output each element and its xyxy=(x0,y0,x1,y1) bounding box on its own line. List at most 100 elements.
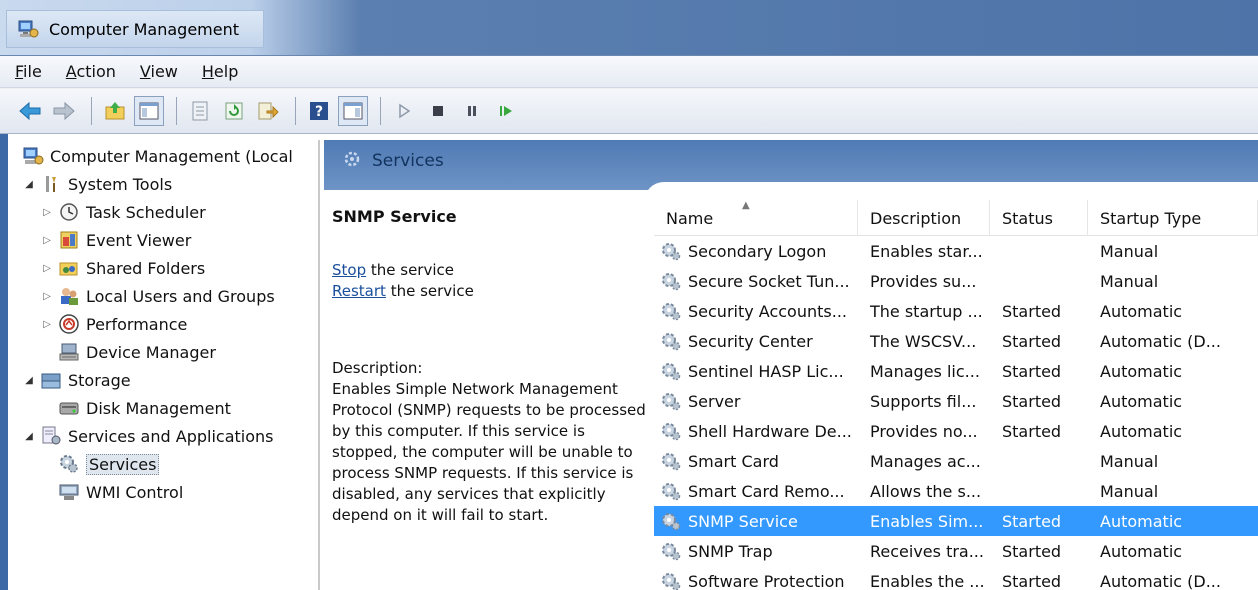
service-gear-icon xyxy=(660,570,682,590)
table-row[interactable]: Smart Card Remo... Allows the s... Manual xyxy=(654,476,1258,506)
tree-item-label: Services and Applications xyxy=(68,426,274,446)
cell-startup: Manual xyxy=(1088,272,1258,291)
resume-icon[interactable] xyxy=(491,96,521,126)
users-icon xyxy=(58,285,80,307)
cell-status: Started xyxy=(990,302,1088,321)
collapsed-arrow-icon[interactable]: ▷ xyxy=(40,319,54,330)
menu-label-rest: ction xyxy=(76,62,116,81)
help-icon[interactable]: ? xyxy=(304,96,334,126)
tree-item-services-applications[interactable]: ◢ Services and Applications xyxy=(22,422,273,450)
expanded-arrow-icon[interactable]: ◢ xyxy=(22,375,36,386)
service-gear-icon xyxy=(660,510,682,532)
table-row[interactable]: Sentinel HASP Lic... Manages lic... Starte… xyxy=(654,356,1258,386)
column-header-startup-type[interactable]: Startup Type xyxy=(1088,200,1258,236)
table-row[interactable]: Shell Hardware De... Provides no... Starte… xyxy=(654,416,1258,446)
tree-item-storage[interactable]: ◢ Storage xyxy=(22,366,130,394)
tree-item-system-tools[interactable]: ◢ System Tools xyxy=(22,170,172,198)
tree-item-event-viewer[interactable]: ▷ Event Viewer xyxy=(40,226,191,254)
table-row[interactable]: Software Protection Enables the ... Starte… xyxy=(654,566,1258,590)
table-row[interactable]: Security Accounts... The startup ... Start… xyxy=(654,296,1258,326)
play-icon[interactable] xyxy=(389,96,419,126)
table-row[interactable]: SNMP Trap Receives tra... Started Automatic xyxy=(654,536,1258,566)
cell-text: Smart Card Remo... xyxy=(688,481,845,501)
cell-text: Enables star... xyxy=(870,241,983,261)
table-row[interactable]: SNMP Service Enables Sim... Started Automat… xyxy=(654,506,1258,536)
cell-text: SNMP Trap xyxy=(688,541,773,561)
column-header-label: Status xyxy=(1002,208,1053,228)
column-header-label: Startup Type xyxy=(1100,208,1202,228)
stop-icon[interactable] xyxy=(423,96,453,126)
tree-item-services[interactable]: Services xyxy=(58,450,160,478)
tree-item-label: Event Viewer xyxy=(86,230,192,250)
stop-service-link[interactable]: Stop xyxy=(332,261,366,279)
service-gear-icon xyxy=(660,240,682,262)
tree-item-task-scheduler[interactable]: ▷ Task Scheduler xyxy=(40,198,206,226)
tree-item-performance[interactable]: ▷ Performance xyxy=(40,310,187,338)
tree-item-shared-folders[interactable]: ▷ Shared Folders xyxy=(40,254,205,282)
show-hide-action-pane-icon[interactable] xyxy=(338,96,368,126)
tree-item-device-manager[interactable]: Device Manager xyxy=(58,338,216,366)
event-viewer-icon xyxy=(58,229,80,251)
cell-desc: Manages ac... xyxy=(858,452,990,471)
restart-service-link[interactable]: Restart xyxy=(332,282,386,300)
service-gear-icon xyxy=(660,270,682,292)
properties-icon[interactable] xyxy=(185,96,215,126)
services-gear-icon xyxy=(342,149,362,173)
show-hide-console-tree-icon[interactable] xyxy=(134,96,164,126)
tree-item-local-users-groups[interactable]: ▷ Local Users and Groups xyxy=(40,282,275,310)
up-folder-icon[interactable] xyxy=(100,96,130,126)
toolbar-separator xyxy=(91,97,92,125)
tree-item-disk-management[interactable]: Disk Management xyxy=(58,394,231,422)
tree-item-computer-management[interactable]: Computer Management (Local xyxy=(22,142,293,170)
pause-icon[interactable] xyxy=(457,96,487,126)
service-gear-icon xyxy=(660,450,682,472)
forward-arrow-icon[interactable] xyxy=(49,96,79,126)
refresh-icon[interactable] xyxy=(219,96,249,126)
cell-text: Manual xyxy=(1100,241,1159,261)
cell-text: Allows the s... xyxy=(870,481,982,501)
expanded-arrow-icon[interactable]: ◢ xyxy=(22,179,36,190)
menu-help[interactable]: Help xyxy=(202,62,238,81)
column-header-description[interactable]: Description xyxy=(858,200,990,236)
selected-service-title: SNMP Service xyxy=(332,207,457,226)
cell-status: Started xyxy=(990,422,1088,441)
toolbar-separator xyxy=(380,97,381,125)
cell-desc: Supports fil... xyxy=(858,392,990,411)
table-row[interactable]: Secure Socket Tun... Provides su... Manual xyxy=(654,266,1258,296)
back-arrow-icon[interactable] xyxy=(15,96,45,126)
collapsed-arrow-icon[interactable]: ▷ xyxy=(40,263,54,274)
cell-desc: Enables Sim... xyxy=(858,512,990,531)
cell-name: SNMP Service xyxy=(654,510,858,532)
menu-action[interactable]: Action xyxy=(66,62,116,81)
menu-file[interactable]: File xyxy=(15,62,42,81)
table-row[interactable]: Secondary Logon Enables star... Manual xyxy=(654,236,1258,266)
table-row[interactable]: Security Center The WSCSV... Started Automa… xyxy=(654,326,1258,356)
service-gear-icon xyxy=(660,420,682,442)
collapsed-arrow-icon[interactable]: ▷ xyxy=(40,207,54,218)
cell-text: Enables the ... xyxy=(870,571,985,590)
export-list-icon[interactable] xyxy=(253,96,283,126)
cell-text: Smart Card xyxy=(688,451,779,471)
toolbar-separator xyxy=(176,97,177,125)
cell-desc: Provides su... xyxy=(858,272,990,291)
table-row[interactable]: Server Supports fil... Started Automatic xyxy=(654,386,1258,416)
cell-text: Started xyxy=(1002,421,1062,441)
cell-text: Started xyxy=(1002,331,1062,351)
collapsed-arrow-icon[interactable]: ▷ xyxy=(40,235,54,246)
collapsed-arrow-icon[interactable]: ▷ xyxy=(40,291,54,302)
table-row[interactable]: Smart Card Manages ac... Manual xyxy=(654,446,1258,476)
services-panel: Services SNMP Service Stop the service R… xyxy=(324,140,1258,590)
cell-text: Shell Hardware De... xyxy=(688,421,852,441)
cell-desc: The WSCSV... xyxy=(858,332,990,351)
tree-item-wmi-control[interactable]: WMI Control xyxy=(58,478,183,506)
expanded-arrow-icon[interactable]: ◢ xyxy=(22,431,36,442)
toolbar-separator xyxy=(295,97,296,125)
cell-name: Server xyxy=(654,390,858,412)
column-header-status[interactable]: Status xyxy=(990,200,1088,236)
column-header-name[interactable]: ▲ Name xyxy=(654,200,858,236)
cell-name: Sentinel HASP Lic... xyxy=(654,360,858,382)
menu-view[interactable]: View xyxy=(140,62,178,81)
window-left-edge xyxy=(0,134,8,590)
cell-text: Receives tra... xyxy=(870,541,984,561)
cell-name: Software Protection xyxy=(654,570,858,590)
